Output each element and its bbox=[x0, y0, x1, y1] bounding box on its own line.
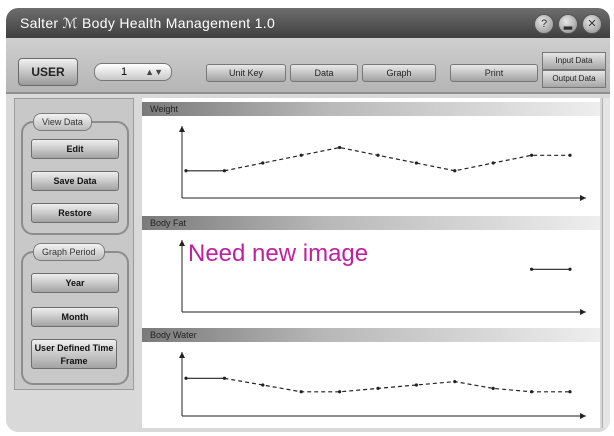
data-point bbox=[299, 153, 303, 157]
data-point bbox=[376, 153, 380, 157]
tab-unit-key[interactable]: Unit Key bbox=[206, 64, 286, 82]
graph-period-group: Graph Period Year Month User Defined Tim… bbox=[21, 243, 129, 385]
data-point bbox=[222, 169, 226, 173]
stepper-arrows-icon[interactable]: ▲▼ bbox=[145, 64, 163, 80]
view-data-caption: View Data bbox=[33, 113, 92, 131]
output-data-button[interactable]: Output Data bbox=[542, 70, 606, 88]
body-fat-chart-header: Body Fat bbox=[142, 216, 600, 230]
graph-period-caption: Graph Period bbox=[33, 243, 105, 261]
data-point bbox=[453, 169, 457, 173]
data-point bbox=[376, 386, 380, 390]
tab-print[interactable]: Print bbox=[450, 64, 538, 82]
data-point bbox=[261, 383, 265, 387]
minimize-button[interactable]: ▂ bbox=[558, 14, 578, 34]
sidebar: View Data Edit Save Data Restore Graph P… bbox=[14, 98, 134, 390]
data-point bbox=[414, 161, 418, 165]
user-number-stepper[interactable]: 1 ▲▼ bbox=[94, 63, 172, 81]
body-water-chart bbox=[179, 352, 586, 419]
user-number-value: 1 bbox=[121, 66, 128, 78]
view-data-group: View Data Edit Save Data Restore bbox=[21, 113, 129, 235]
x-axis-arrow-icon bbox=[580, 413, 586, 419]
data-point bbox=[453, 380, 457, 384]
data-point bbox=[299, 390, 303, 394]
data-point bbox=[414, 383, 418, 387]
help-icon[interactable]: ? bbox=[534, 14, 554, 34]
input-data-button[interactable]: Input Data bbox=[542, 52, 606, 70]
placeholder-overlay-text: Need new image bbox=[188, 240, 369, 267]
data-point bbox=[491, 386, 495, 390]
tab-graph[interactable]: Graph bbox=[362, 64, 436, 82]
data-point bbox=[530, 153, 534, 157]
restore-button[interactable]: Restore bbox=[31, 203, 119, 223]
user-defined-time-frame-button[interactable]: User Defined Time Frame bbox=[31, 339, 117, 369]
month-button[interactable]: Month bbox=[31, 307, 119, 327]
data-point bbox=[568, 153, 572, 157]
vertical-scrollbar[interactable] bbox=[602, 98, 610, 428]
toolbar: USER 1 ▲▼ Unit Key Data Graph Print Inpu… bbox=[6, 38, 610, 94]
app-window: Salter ℳ Body Health Management 1.0 ? ▂ … bbox=[6, 8, 610, 432]
close-button[interactable]: ✕ bbox=[582, 14, 602, 34]
data-point bbox=[491, 161, 495, 165]
tab-data[interactable]: Data bbox=[290, 64, 358, 82]
data-point bbox=[568, 390, 572, 394]
edit-button[interactable]: Edit bbox=[31, 139, 119, 159]
y-axis-arrow-icon bbox=[179, 352, 185, 358]
data-point bbox=[184, 376, 188, 380]
data-point bbox=[222, 376, 226, 380]
y-axis-arrow-icon bbox=[179, 240, 185, 246]
window-title: Salter ℳ Body Health Management 1.0 bbox=[20, 15, 276, 31]
data-point bbox=[530, 267, 534, 271]
data-point bbox=[338, 145, 342, 150]
save-data-button[interactable]: Save Data bbox=[31, 171, 119, 191]
user-button[interactable]: USER bbox=[18, 58, 78, 86]
y-axis-arrow-icon bbox=[179, 126, 185, 132]
data-point bbox=[261, 161, 265, 165]
data-point bbox=[530, 390, 534, 394]
data-point bbox=[338, 390, 342, 394]
weight-chart-header: Weight bbox=[142, 102, 600, 116]
title-bar: Salter ℳ Body Health Management 1.0 ? ▂ … bbox=[6, 8, 610, 38]
series-line bbox=[224, 377, 570, 393]
data-point bbox=[568, 267, 572, 271]
series-line bbox=[224, 146, 570, 172]
body-water-chart-header: Body Water bbox=[142, 328, 600, 342]
data-point bbox=[184, 169, 188, 173]
x-axis-arrow-icon bbox=[580, 195, 586, 201]
x-axis-arrow-icon bbox=[580, 309, 586, 315]
year-button[interactable]: Year bbox=[31, 273, 119, 293]
weight-chart bbox=[179, 126, 586, 201]
